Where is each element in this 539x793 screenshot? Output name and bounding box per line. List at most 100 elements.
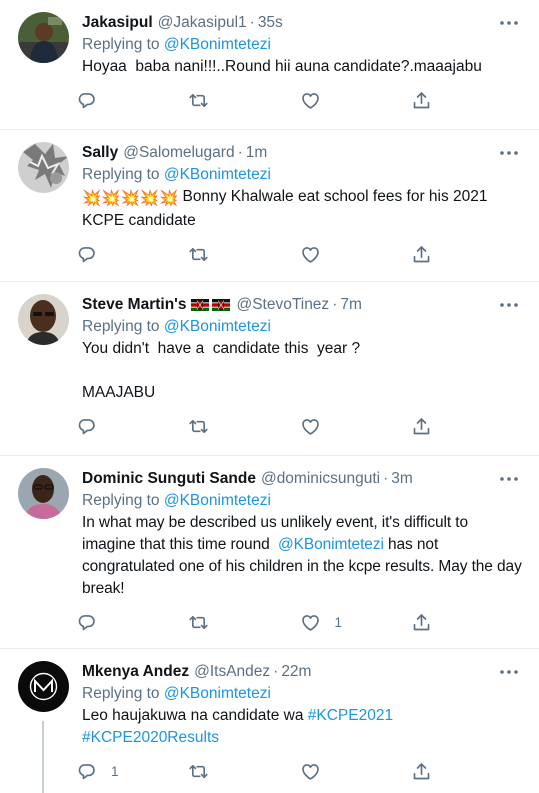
like-icon	[300, 612, 321, 633]
tweet[interactable]: Sally @Salomelugard · 1m Replying to @KB…	[0, 130, 539, 282]
timestamp[interactable]: 22m	[281, 661, 311, 683]
reply-button[interactable]	[76, 612, 188, 633]
like-button[interactable]: 1	[300, 612, 412, 633]
avatar[interactable]	[18, 12, 69, 63]
reply-count: 1	[111, 763, 119, 779]
hashtag-link[interactable]: #KCPE2020Results	[82, 729, 219, 746]
avatar[interactable]	[18, 142, 69, 193]
tweet[interactable]: Dominic Sunguti Sande @dominicsunguti · …	[0, 456, 539, 649]
retweet-button[interactable]	[188, 761, 300, 782]
share-button[interactable]	[411, 761, 523, 782]
tweet[interactable]: Jakasipul @Jakasipul1 · 35s Replying to …	[0, 0, 539, 130]
reply-icon	[76, 416, 97, 437]
like-button[interactable]	[300, 416, 412, 437]
share-button[interactable]	[411, 612, 523, 633]
tweet-content: Mkenya Andez @ItsAndez · 22m Replying to…	[82, 661, 523, 791]
display-name[interactable]: Sally	[82, 142, 118, 164]
reply-mention-link[interactable]: @KBonimtetezi	[164, 166, 271, 183]
avatar[interactable]	[18, 468, 69, 519]
user-handle[interactable]: @ItsAndez	[194, 661, 270, 683]
tweet-actions: 1	[76, 751, 523, 791]
tweet[interactable]: Mkenya Andez @ItsAndez · 22m Replying to…	[0, 649, 539, 793]
tweet-content: Sally @Salomelugard · 1m Replying to @KB…	[82, 142, 523, 274]
share-button[interactable]	[411, 90, 523, 111]
replying-to: Replying to @KBonimtetezi	[82, 316, 523, 338]
avatar-image	[18, 142, 69, 193]
timestamp[interactable]: 7m	[340, 294, 362, 316]
retweet-icon	[188, 244, 209, 265]
replying-to: Replying to @KBonimtetezi	[82, 683, 523, 705]
more-options-icon[interactable]	[499, 665, 519, 679]
tweet-header: Sally @Salomelugard · 1m	[82, 142, 523, 164]
retweet-button[interactable]	[188, 416, 300, 437]
retweet-button[interactable]	[188, 612, 300, 633]
retweet-icon	[188, 416, 209, 437]
collision-emoji: 💥💥💥💥💥	[82, 190, 179, 207]
timestamp[interactable]: 3m	[391, 468, 413, 490]
share-button[interactable]	[411, 416, 523, 437]
separator-dot: ·	[383, 470, 389, 487]
avatar-logo	[18, 661, 69, 712]
like-button[interactable]	[300, 761, 412, 782]
retweet-icon	[188, 90, 209, 111]
tweet-header: Dominic Sunguti Sande @dominicsunguti · …	[82, 468, 523, 490]
reply-mention-link[interactable]: @KBonimtetezi	[164, 492, 271, 509]
display-name[interactable]: Steve Martin's	[82, 294, 186, 316]
share-button[interactable]	[411, 244, 523, 265]
separator-dot: ·	[237, 144, 243, 161]
avatar-image	[18, 294, 69, 345]
more-options-icon[interactable]	[499, 472, 519, 486]
inline-mention-link[interactable]: @KBonimtetezi	[278, 536, 384, 553]
like-button[interactable]	[300, 244, 412, 265]
reply-button[interactable]	[76, 244, 188, 265]
tweet-text: You didn't have a candidate this year ? …	[82, 340, 361, 401]
like-button[interactable]	[300, 90, 412, 111]
reply-icon	[76, 761, 97, 782]
like-icon	[300, 416, 321, 437]
user-handle[interactable]: @dominicsunguti	[261, 468, 380, 490]
tweet-text: Hoyaa baba nani!!!..Round hii auna candi…	[82, 58, 482, 75]
more-options-icon[interactable]	[499, 16, 519, 30]
more-options-icon[interactable]	[499, 298, 519, 312]
display-name[interactable]: Dominic Sunguti Sande	[82, 468, 256, 490]
user-handle[interactable]: @Salomelugard	[123, 142, 234, 164]
avatar[interactable]	[18, 661, 69, 712]
separator-dot: ·	[249, 14, 255, 31]
display-name[interactable]: Mkenya Andez	[82, 661, 189, 683]
reply-mention-link[interactable]: @KBonimtetezi	[164, 318, 271, 335]
user-handle[interactable]: @StevoTinez	[236, 294, 329, 316]
display-name[interactable]: Jakasipul	[82, 12, 153, 34]
like-icon	[300, 90, 321, 111]
reply-button[interactable]: 1	[76, 761, 188, 782]
reply-button[interactable]	[76, 416, 188, 437]
share-icon	[411, 416, 432, 437]
tweet-header: Jakasipul @Jakasipul1 · 35s	[82, 12, 523, 34]
reply-mention-link[interactable]: @KBonimtetezi	[164, 685, 271, 702]
retweet-button[interactable]	[188, 90, 300, 111]
avatar[interactable]	[18, 294, 69, 345]
replying-to: Replying to @KBonimtetezi	[82, 490, 523, 512]
timestamp[interactable]: 35s	[258, 12, 283, 34]
retweet-button[interactable]	[188, 244, 300, 265]
reply-icon	[76, 90, 97, 111]
tweet-actions	[76, 80, 523, 120]
kenya-flag-icon	[212, 299, 230, 311]
like-icon	[300, 761, 321, 782]
thread-line	[42, 721, 44, 793]
retweet-icon	[188, 761, 209, 782]
tweet-text: 💥💥💥💥💥 Bonny Khalwale eat school fees for …	[82, 186, 523, 232]
timestamp[interactable]: 1m	[246, 142, 268, 164]
reply-button[interactable]	[76, 90, 188, 111]
like-icon	[300, 244, 321, 265]
replying-to-label: Replying to	[82, 318, 160, 335]
reply-icon	[76, 612, 97, 633]
retweet-icon	[188, 612, 209, 633]
user-handle[interactable]: @Jakasipul1	[158, 12, 247, 34]
tweet-actions: 1	[76, 602, 523, 642]
hashtag-link[interactable]: #KCPE2021	[308, 707, 393, 724]
tweet-actions	[76, 234, 523, 274]
tweet-text-part: Leo haujakuwa na candidate wa	[82, 707, 308, 724]
reply-mention-link[interactable]: @KBonimtetezi	[164, 36, 271, 53]
more-options-icon[interactable]	[499, 146, 519, 160]
tweet[interactable]: Steve Martin's @StevoTinez · 7m Replying…	[0, 282, 539, 456]
